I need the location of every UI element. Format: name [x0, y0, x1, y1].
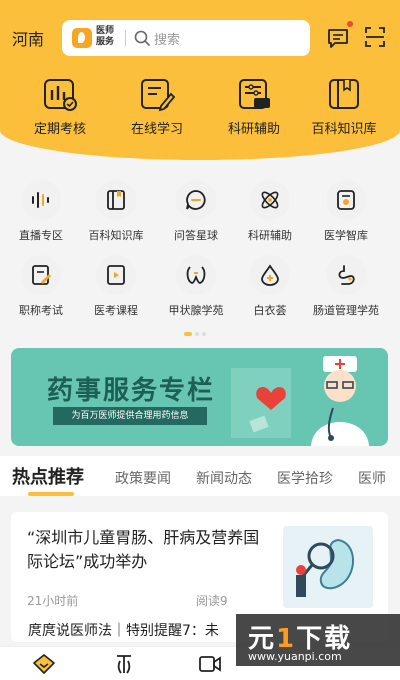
- live-stream-icon: [32, 192, 49, 208]
- online-learning-icon: [141, 79, 175, 112]
- grid-item-intestine[interactable]: 肠道管理学苑: [307, 255, 385, 318]
- grid-label: 医考课程: [94, 304, 138, 317]
- grid-label: 百科知识库: [88, 229, 144, 242]
- scan-icon[interactable]: [364, 26, 386, 48]
- tab-policy[interactable]: 政策要闻: [115, 468, 171, 488]
- notification-dot: [347, 21, 353, 27]
- stomach-thumbnail-icon: [283, 526, 373, 608]
- grid-item-encyclopedia[interactable]: 百科知识库: [77, 180, 155, 243]
- banner-subtitle: 为百万医师提供合理用药信息: [53, 407, 207, 425]
- exam-chart-icon: [44, 79, 77, 111]
- think-tank-icon: [337, 190, 355, 210]
- site-watermark: 元1下载 www.yuanpi.com: [236, 614, 400, 666]
- grid-item-research[interactable]: 科研辅助: [231, 180, 309, 243]
- header-nav-label: 科研辅助: [227, 122, 280, 137]
- grid-item-thyroid[interactable]: 甲状腺学苑: [157, 255, 235, 318]
- header-nav-exam[interactable]: 定期考核: [20, 76, 100, 137]
- grid-label: 直播专区: [19, 229, 63, 242]
- search-divider: [125, 30, 126, 46]
- drop-icon: [261, 264, 279, 286]
- header-nav-label: 百科知识库: [311, 122, 377, 137]
- search-brand-label: 医师服务: [96, 26, 115, 47]
- top-bar: 河南 医师服务 搜索: [0, 18, 400, 58]
- grid-item-qa[interactable]: 问答星球: [157, 180, 235, 243]
- title-exam-icon: [32, 265, 51, 285]
- article-reads: 阅读9: [196, 594, 228, 608]
- header-nav-research[interactable]: 科研辅助: [214, 76, 294, 137]
- article-title: “深圳市儿童胃肠、肝病及营养国际论坛”成功举办: [27, 528, 260, 571]
- course-icon: [107, 265, 125, 285]
- header: 河南 医师服务 搜索 定期考核 在线学习 科研辅助 百科知识库: [0, 0, 400, 160]
- tab-hot[interactable]: 热点推荐: [12, 463, 84, 489]
- grid-item-white-coat[interactable]: 白衣荟: [231, 255, 309, 318]
- city-selector[interactable]: 河南: [12, 26, 44, 50]
- carousel-dot: [202, 331, 206, 336]
- carousel-dot: [195, 331, 199, 336]
- intestine-icon: [338, 265, 355, 285]
- header-nav-label: 定期考核: [33, 122, 86, 137]
- message-icon[interactable]: [326, 26, 350, 50]
- home-icon[interactable]: [32, 653, 56, 675]
- grid-label: 肠道管理学苑: [313, 304, 379, 317]
- research-icon: [239, 79, 270, 109]
- grid-label: 科研辅助: [248, 229, 292, 242]
- search-icon: [134, 30, 150, 46]
- tab-doctor[interactable]: 医师: [358, 468, 386, 488]
- news-tabs: 热点推荐 政策要闻 新闻动态 医学拾珍 医师: [0, 456, 400, 496]
- search-input[interactable]: 搜索: [154, 29, 180, 48]
- tab-news[interactable]: 新闻动态: [196, 468, 252, 488]
- carousel-dots: [184, 323, 209, 336]
- thyroid-icon: [186, 266, 206, 284]
- grid-label: 白衣荟: [253, 304, 287, 317]
- pharmacy-banner[interactable]: 药事服务专栏 为百万医师提供合理用药信息: [11, 348, 388, 446]
- library-icon[interactable]: [112, 653, 136, 675]
- tab-medical[interactable]: 医学拾珍: [277, 468, 333, 488]
- header-nav-learning[interactable]: 在线学习: [117, 76, 197, 137]
- grid-item-course[interactable]: 医考课程: [77, 255, 155, 318]
- grid-label: 职称考试: [19, 304, 63, 317]
- search-bar[interactable]: 医师服务 搜索: [62, 20, 310, 56]
- video-icon[interactable]: [198, 653, 222, 675]
- article-title-2[interactable]: 庹庹说医师法｜特别提醒7：未: [28, 620, 219, 640]
- header-nav-label: 在线学习: [130, 122, 183, 137]
- qa-bubble-icon: [186, 190, 206, 210]
- grid-item-live[interactable]: 直播专区: [2, 180, 80, 243]
- tab-active-indicator: [28, 492, 74, 496]
- encyclopedia-icon: [329, 79, 359, 109]
- book-icon: [107, 190, 125, 210]
- grid-item-title-exam[interactable]: 职称考试: [2, 255, 80, 318]
- grid-label: 甲状腺学苑: [168, 304, 224, 317]
- grid-label: 问答星球: [174, 229, 218, 242]
- article-time: 21小时前: [27, 594, 79, 608]
- carousel-dot-active: [184, 331, 192, 336]
- doctor-service-logo-icon: [72, 28, 92, 48]
- watermark-url: www.yuanpi.com: [248, 650, 342, 663]
- header-nav-encyclopedia[interactable]: 百科知识库: [304, 76, 384, 137]
- grid-label: 医学智库: [324, 229, 368, 242]
- grid-item-think-tank[interactable]: 医学智库: [307, 180, 385, 243]
- doctor-illustration-icon: [231, 356, 369, 446]
- atom-icon: [261, 191, 279, 209]
- banner-title: 药事服务专栏: [47, 376, 216, 406]
